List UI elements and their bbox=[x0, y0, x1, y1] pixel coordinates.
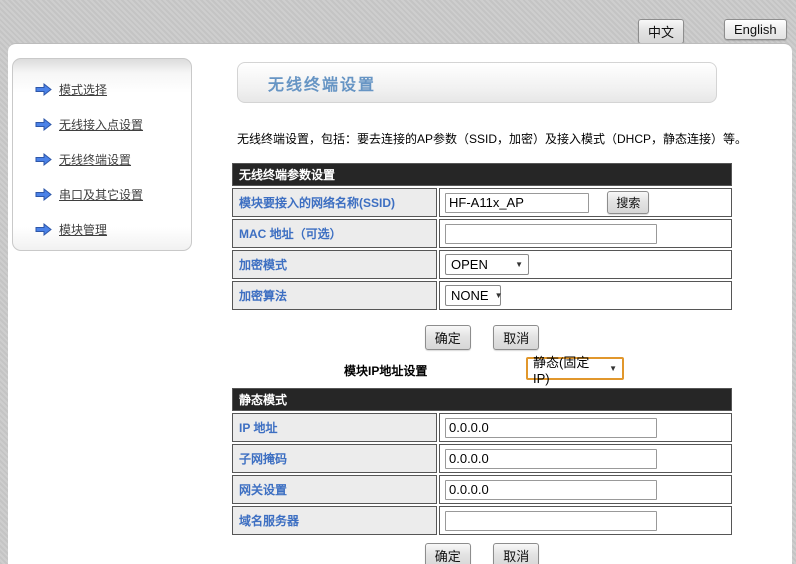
encryption-mode-label: 加密模式 bbox=[232, 250, 437, 279]
static-mode-table: 静态模式 IP 地址 子网掩码 网关设置 域名服务器 bbox=[230, 386, 734, 537]
table-row: 域名服务器 bbox=[232, 506, 732, 535]
mac-input[interactable] bbox=[445, 224, 657, 244]
sidebar-item-label[interactable]: 模式选择 bbox=[59, 81, 107, 98]
ip-address-label: IP 地址 bbox=[232, 413, 437, 442]
page-title: 无线终端设置 bbox=[268, 71, 376, 95]
table-row: 加密算法 NONE ▼ bbox=[232, 281, 732, 310]
sidebar-item-label[interactable]: 无线终端设置 bbox=[59, 151, 131, 168]
ip-mode-select[interactable]: 静态(固定IP) ▼ bbox=[526, 357, 624, 380]
static-ok-button[interactable]: 确定 bbox=[425, 543, 471, 564]
table-row: 网关设置 bbox=[232, 475, 732, 504]
dns-server-label: 域名服务器 bbox=[232, 506, 437, 535]
sta-table-header: 无线终端参数设置 bbox=[232, 163, 732, 186]
page-title-box: 无线终端设置 bbox=[237, 62, 717, 103]
table-row: 加密模式 OPEN ▼ bbox=[232, 250, 732, 279]
ssid-label: 模块要接入的网络名称(SSID) bbox=[232, 188, 437, 217]
gateway-input[interactable] bbox=[445, 480, 657, 500]
sidebar-item-serial-settings[interactable]: 串口及其它设置 bbox=[13, 177, 191, 212]
ip-address-input[interactable] bbox=[445, 418, 657, 438]
ip-mode-row: 模块IP地址设置 静态(固定IP) ▼ bbox=[230, 357, 734, 383]
arrow-right-icon bbox=[35, 83, 52, 96]
dropdown-arrow-icon: ▼ bbox=[609, 364, 617, 373]
table-row: MAC 地址（可选） bbox=[232, 219, 732, 248]
sidebar-item-label[interactable]: 串口及其它设置 bbox=[59, 186, 143, 203]
sta-ok-button[interactable]: 确定 bbox=[425, 325, 471, 350]
encryption-mode-value: OPEN bbox=[451, 257, 488, 272]
sidebar: 模式选择 无线接入点设置 无线终端设置 串口及其它设置 模块管理 bbox=[12, 58, 192, 251]
sidebar-item-sta-settings[interactable]: 无线终端设置 bbox=[13, 142, 191, 177]
subnet-mask-input[interactable] bbox=[445, 449, 657, 469]
table-row: 模块要接入的网络名称(SSID) 搜索 bbox=[232, 188, 732, 217]
sta-buttons-row: 确定 取消 bbox=[230, 325, 734, 350]
sidebar-item-module-management[interactable]: 模块管理 bbox=[13, 212, 191, 247]
arrow-right-icon bbox=[35, 188, 52, 201]
sidebar-item-label[interactable]: 模块管理 bbox=[59, 221, 107, 238]
arrow-right-icon bbox=[35, 223, 52, 236]
sta-cancel-button[interactable]: 取消 bbox=[493, 325, 539, 350]
sidebar-item-label[interactable]: 无线接入点设置 bbox=[59, 116, 143, 133]
ip-mode-value: 静态(固定IP) bbox=[533, 352, 603, 386]
static-buttons-row: 确定 取消 bbox=[230, 543, 734, 564]
arrow-right-icon bbox=[35, 153, 52, 166]
arrow-right-icon bbox=[35, 118, 52, 131]
ip-mode-label: 模块IP地址设置 bbox=[344, 362, 427, 379]
encryption-algorithm-value: NONE bbox=[451, 288, 489, 303]
dropdown-arrow-icon: ▼ bbox=[515, 260, 523, 269]
lang-chinese-button[interactable]: 中文 bbox=[638, 19, 684, 44]
wifi-module-config-page: { "lang": { "chinese": "中文", "english": … bbox=[0, 0, 796, 564]
gateway-label: 网关设置 bbox=[232, 475, 437, 504]
ssid-input[interactable] bbox=[445, 193, 589, 213]
encryption-mode-select[interactable]: OPEN ▼ bbox=[445, 254, 529, 275]
dropdown-arrow-icon: ▼ bbox=[495, 291, 503, 300]
static-cancel-button[interactable]: 取消 bbox=[493, 543, 539, 564]
encryption-algorithm-select[interactable]: NONE ▼ bbox=[445, 285, 501, 306]
table-row: 子网掩码 bbox=[232, 444, 732, 473]
lang-english-button[interactable]: English bbox=[724, 19, 787, 40]
sta-params-table: 无线终端参数设置 模块要接入的网络名称(SSID) 搜索 MAC 地址（可选） … bbox=[230, 161, 734, 312]
sidebar-item-ap-settings[interactable]: 无线接入点设置 bbox=[13, 107, 191, 142]
mac-label: MAC 地址（可选） bbox=[232, 219, 437, 248]
subnet-mask-label: 子网掩码 bbox=[232, 444, 437, 473]
encryption-algorithm-label: 加密算法 bbox=[232, 281, 437, 310]
sidebar-item-mode-select[interactable]: 模式选择 bbox=[13, 72, 191, 107]
page-description: 无线终端设置，包括：要去连接的AP参数（SSID，加密）及接入模式（DHCP，静… bbox=[237, 130, 757, 147]
table-row: IP 地址 bbox=[232, 413, 732, 442]
static-table-header: 静态模式 bbox=[232, 388, 732, 411]
search-button[interactable]: 搜索 bbox=[607, 191, 649, 214]
dns-server-input[interactable] bbox=[445, 511, 657, 531]
